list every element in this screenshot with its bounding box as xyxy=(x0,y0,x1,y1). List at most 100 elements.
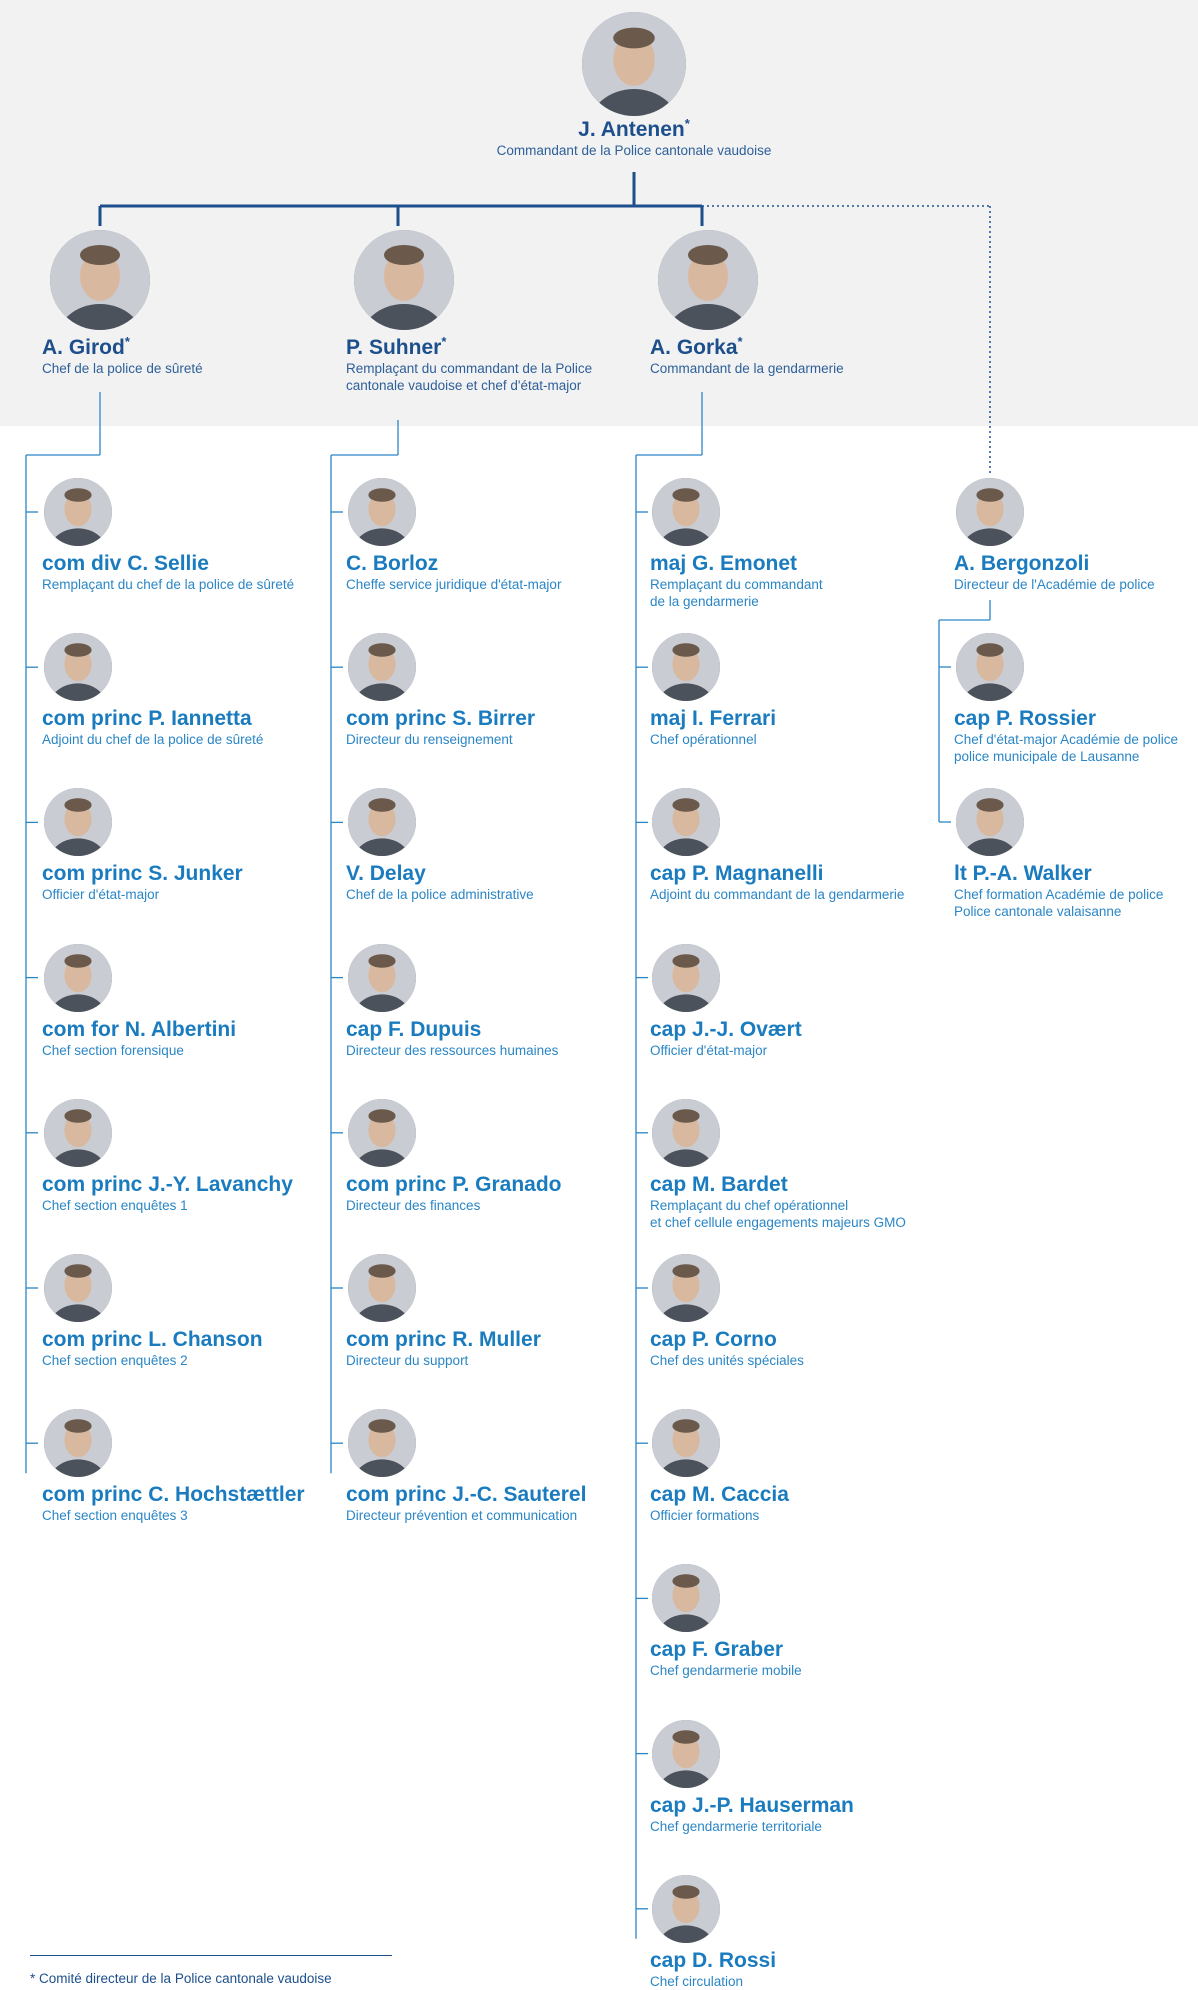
person-name: cap M. Bardet xyxy=(650,1173,788,1197)
portrait-photo xyxy=(44,478,112,546)
portrait-photo xyxy=(658,230,758,330)
person-name: cap F. Graber xyxy=(650,1638,783,1662)
person-name: com princ R. Muller xyxy=(346,1328,541,1352)
portrait-photo xyxy=(956,633,1024,701)
person-role: Commandant de la gendarmerie xyxy=(650,361,844,376)
person-name-text: lt P.-A. Walker xyxy=(954,862,1092,885)
person-name-text: com princ J.-C. Sauterel xyxy=(346,1483,587,1507)
person-name: cap D. Rossi xyxy=(650,1949,776,1973)
person-name: com princ S. Junker xyxy=(42,862,243,886)
person-role: Remplaçant du commandant de la gendarmer… xyxy=(650,577,823,609)
person-name-text: com div C. Sellie xyxy=(42,552,209,575)
portrait-photo xyxy=(348,1098,416,1167)
person-role: Officier d'état-major xyxy=(42,887,160,903)
person-role: Adjoint du chef de la police de sûreté xyxy=(42,732,264,748)
person-name: A. Bergonzoli xyxy=(954,552,1089,576)
portrait-photo xyxy=(652,1098,720,1167)
person-name: maj G. Emonet xyxy=(650,552,797,576)
person-name: lt P.-A. Walker xyxy=(954,862,1092,886)
portrait-photo xyxy=(652,943,720,1012)
person-role: Chef formation Académie de police Police… xyxy=(954,887,1164,919)
person-role: Chef d'état-major Académie de police pol… xyxy=(954,732,1178,764)
person-role: Remplaçant du commandant de la Police ca… xyxy=(346,361,593,393)
portrait-photo xyxy=(348,1254,416,1322)
portrait-photo xyxy=(652,788,720,857)
person-name: cap M. Caccia xyxy=(650,1483,789,1507)
person-role: Chef des unités spéciales xyxy=(650,1353,804,1368)
person-name-text: P. Suhner xyxy=(346,336,442,359)
person-name: cap F. Dupuis xyxy=(346,1018,481,1042)
portrait-photo xyxy=(652,633,720,702)
person-role: Chef section forensique xyxy=(42,1042,184,1058)
portrait-photo xyxy=(348,1409,416,1478)
person-name-text: A. Gorka xyxy=(650,336,738,359)
portrait-photo xyxy=(44,1254,112,1322)
person-name: cap J.-J. Ovært xyxy=(650,1018,802,1042)
person-name: C. Borloz xyxy=(346,552,438,576)
portrait-photo xyxy=(652,1874,720,1943)
person-name: cap P. Corno xyxy=(650,1328,777,1352)
portrait-photo xyxy=(44,633,112,702)
person-name: com div C. Sellie xyxy=(42,552,209,576)
portrait-photo xyxy=(652,1254,720,1322)
person-name-text: cap D. Rossi xyxy=(650,1948,777,1972)
portrait-photo xyxy=(44,943,112,1012)
portrait-photo xyxy=(348,633,416,702)
person-name-text: com princ R. Muller xyxy=(346,1328,541,1351)
person-name: com princ C. Hochstættler xyxy=(42,1483,305,1507)
person-role: Remplaçant du chef de la police de sûret… xyxy=(42,577,295,592)
person-role: Directeur du support xyxy=(346,1353,469,1368)
portrait-photo xyxy=(652,1564,720,1633)
person-name-text: C. Borloz xyxy=(346,552,439,575)
portrait-photo xyxy=(652,478,720,546)
portrait-photo xyxy=(44,1409,112,1478)
committee-asterisk: * xyxy=(684,116,690,131)
person-name-text: maj G. Emonet xyxy=(650,552,798,575)
person-name: com princ P. Granado xyxy=(346,1173,562,1197)
person-role: Directeur de l'Académie de police xyxy=(954,577,1155,592)
person-role: Directeur des ressources humaines xyxy=(346,1042,559,1058)
person-role: Directeur du renseignement xyxy=(346,732,513,748)
footnote-rule xyxy=(30,1955,392,1956)
portrait-photo xyxy=(956,478,1024,546)
person-name: A. Gorka* xyxy=(650,334,743,360)
person-role: Directeur prévention et communication xyxy=(346,1508,578,1524)
person-name-text: maj I. Ferrari xyxy=(650,707,777,731)
person-name-text: cap P. Corno xyxy=(650,1328,777,1351)
person-name-text: com princ C. Hochstættler xyxy=(42,1483,305,1507)
person-role: Chef section enquêtes 1 xyxy=(42,1197,188,1213)
person-name: A. Girod* xyxy=(42,335,130,360)
person-name-text: A. Girod xyxy=(42,336,125,359)
portrait-photo xyxy=(354,230,454,330)
person-name-text: com princ J.-Y. Lavanchy xyxy=(42,1172,293,1196)
person-name: cap P. Rossier xyxy=(954,707,1096,731)
person-name-text: com princ S. Birrer xyxy=(346,707,536,731)
portrait-photo xyxy=(582,12,686,116)
person-role: Chef de la police administrative xyxy=(346,887,534,903)
org-connectors xyxy=(25,172,991,1939)
person-name-text: com princ L. Chanson xyxy=(42,1328,263,1351)
person-name: com princ S. Birrer xyxy=(346,707,535,731)
person-name-text: cap M. Bardet xyxy=(650,1172,788,1196)
person-role: Chef section enquêtes 3 xyxy=(42,1508,188,1524)
person-name-text: cap J.-P. Hauserman xyxy=(650,1793,854,1817)
person-name: cap J.-P. Hauserman xyxy=(650,1794,854,1818)
person-role: Directeur des finances xyxy=(346,1197,481,1213)
portrait-photo xyxy=(652,1719,720,1788)
person-role: Officier d'état-major xyxy=(650,1042,768,1058)
person-name-text: com for N. Albertini xyxy=(42,1017,237,1041)
portrait-photo xyxy=(956,788,1024,856)
person-name-text: com princ P. Iannetta xyxy=(42,707,252,731)
person-name-text: cap F. Dupuis xyxy=(346,1017,482,1041)
person-name: J. Antenen* xyxy=(334,116,934,142)
person-role: Chef de la police de sûreté xyxy=(42,361,203,376)
portrait-photo xyxy=(652,1409,720,1478)
person-name-text: com princ P. Granado xyxy=(346,1172,562,1196)
person-role: Cheffe service juridique d'état-major xyxy=(346,577,562,592)
person-role: Adjoint du commandant de la gendarmerie xyxy=(650,887,905,903)
person-name-text: V. Delay xyxy=(346,862,426,886)
committee-asterisk: * xyxy=(441,334,447,349)
committee-asterisk: * xyxy=(737,334,743,349)
person-name-text: com princ S. Junker xyxy=(42,862,243,886)
person-name-text: cap F. Graber xyxy=(650,1638,784,1662)
